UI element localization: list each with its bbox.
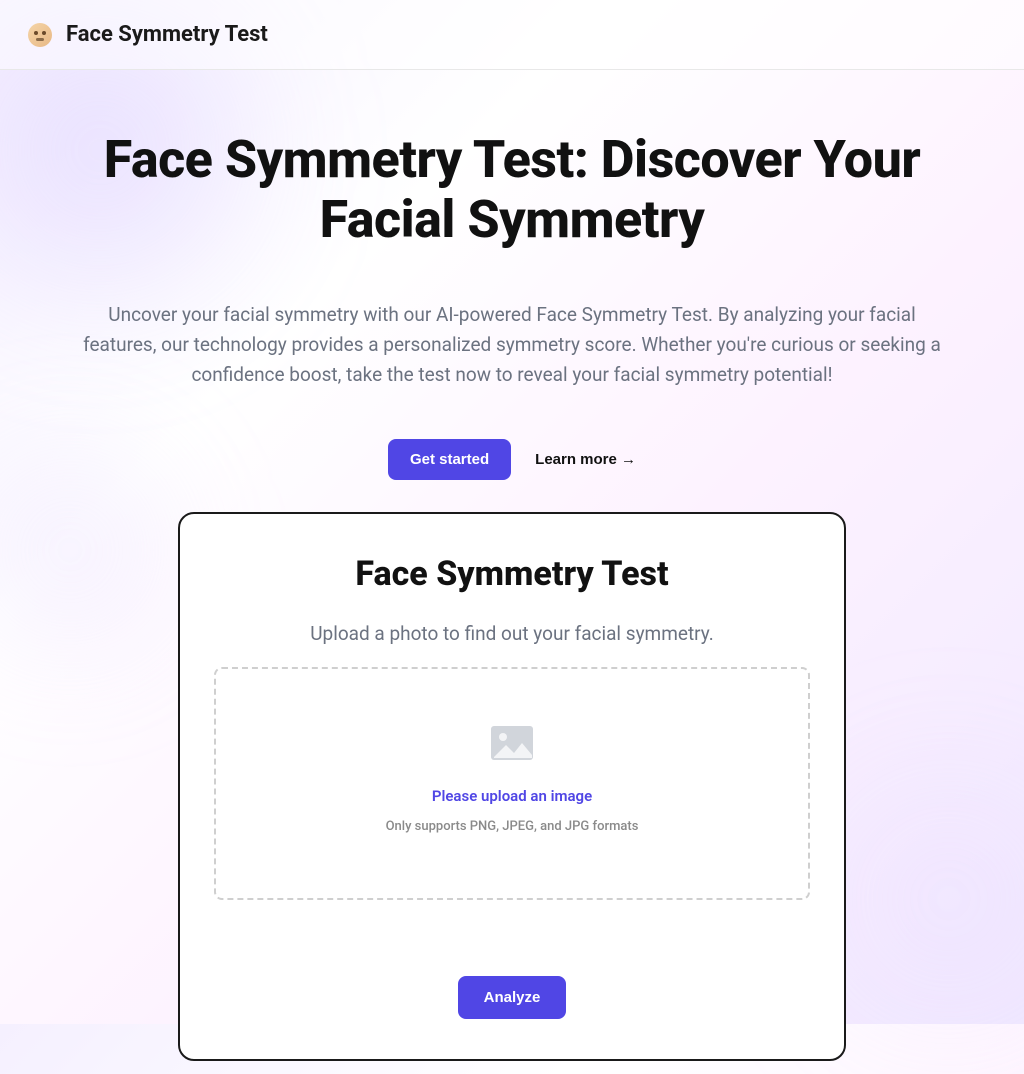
main-content: Face Symmetry Test: Discover Your Facial… <box>0 70 1024 1061</box>
card-subtitle: Upload a photo to find out your facial s… <box>214 622 810 645</box>
upload-card: Face Symmetry Test Upload a photo to fin… <box>178 512 846 1061</box>
dropzone-title: Please upload an image <box>432 787 592 805</box>
dropzone-hint: Only supports PNG, JPEG, and JPG formats <box>386 819 639 834</box>
hero-description: Uncover your facial symmetry with our AI… <box>72 300 952 391</box>
logo-icon <box>28 23 52 47</box>
analyze-button[interactable]: Analyze <box>458 976 567 1019</box>
card-title: Face Symmetry Test <box>214 554 810 594</box>
upload-dropzone[interactable]: Please upload an image Only supports PNG… <box>214 667 810 900</box>
image-placeholder-icon <box>490 725 534 761</box>
site-header: Face Symmetry Test <box>0 0 1024 70</box>
cta-row: Get started Learn more → <box>40 439 984 480</box>
learn-more-link[interactable]: Learn more → <box>535 451 636 468</box>
get-started-button[interactable]: Get started <box>388 439 511 480</box>
hero-title: Face Symmetry Test: Discover Your Facial… <box>40 130 984 250</box>
header-title: Face Symmetry Test <box>66 22 268 47</box>
